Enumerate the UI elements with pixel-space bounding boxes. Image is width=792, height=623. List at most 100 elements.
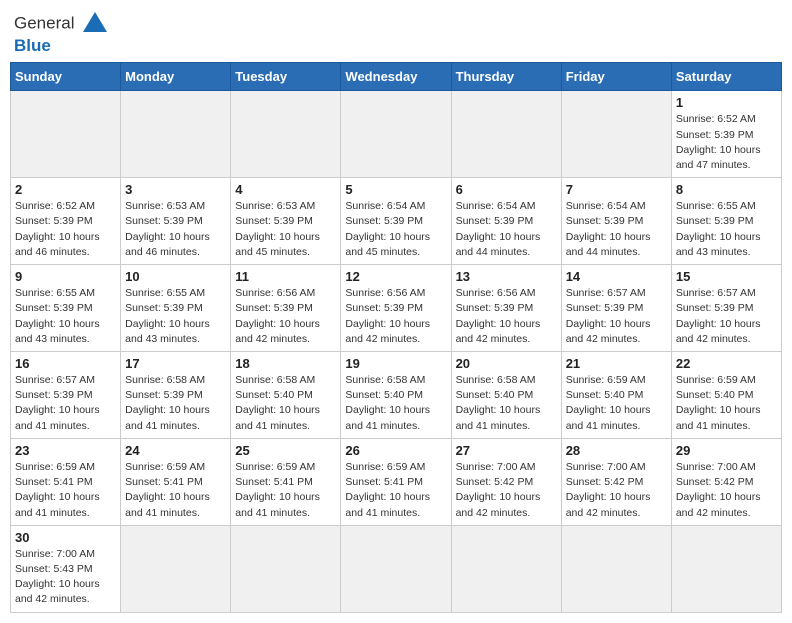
- calendar-cell: 14Sunrise: 6:57 AM Sunset: 5:39 PM Dayli…: [561, 265, 671, 352]
- calendar-cell: 5 Sunrise: 6:54 AM Sunset: 5:39 PM Daylig…: [341, 178, 451, 265]
- calendar-cell: [121, 525, 231, 612]
- calendar-cell: 22 Sunrise: 6:59 AM Sunset: 5:40 PM Dayli…: [671, 352, 781, 439]
- calendar-cell: 1 Sunrise: 6:52 AM Sunset: 5:39 PM Daylig…: [671, 91, 781, 178]
- calendar-cell: 25 Sunrise: 6:59 AM Sunset: 5:41 PM Dayli…: [231, 438, 341, 525]
- day-number: 30: [15, 530, 116, 545]
- day-number: 16: [15, 356, 116, 371]
- calendar-cell: [231, 91, 341, 178]
- day-number: 11: [235, 269, 336, 284]
- day-info: Sunrise: 6:54 AM Sunset: 5:39 PM Dayligh…: [456, 199, 557, 260]
- day-number: 18: [235, 356, 336, 371]
- day-number: 21: [566, 356, 667, 371]
- day-number: 19: [345, 356, 446, 371]
- day-number: 9: [15, 269, 116, 284]
- calendar-cell: [341, 525, 451, 612]
- day-number: 28: [566, 443, 667, 458]
- weekday-header-tuesday: Tuesday: [231, 63, 341, 91]
- calendar-cell: 29 Sunrise: 7:00 AM Sunset: 5:42 PM Dayli…: [671, 438, 781, 525]
- calendar-cell: 15 Sunrise: 6:57 AM Sunset: 5:39 PM Dayli…: [671, 265, 781, 352]
- day-number: 13: [456, 269, 557, 284]
- day-info: Sunrise: 6:54 AM Sunset: 5:39 PM Dayligh…: [345, 199, 446, 260]
- day-number: 25: [235, 443, 336, 458]
- weekday-header-friday: Friday: [561, 63, 671, 91]
- logo: General Blue: [14, 10, 109, 56]
- calendar-cell: [561, 91, 671, 178]
- day-info: Sunrise: 6:57 AM Sunset: 5:39 PM Dayligh…: [676, 286, 777, 347]
- day-info: Sunrise: 6:55 AM Sunset: 5:39 PM Dayligh…: [125, 286, 226, 347]
- calendar-cell: 27Sunrise: 7:00 AM Sunset: 5:42 PM Dayli…: [451, 438, 561, 525]
- weekday-header-thursday: Thursday: [451, 63, 561, 91]
- day-info: Sunrise: 6:59 AM Sunset: 5:41 PM Dayligh…: [15, 460, 116, 521]
- logo-text-blue: Blue: [14, 36, 51, 55]
- calendar-cell: 24Sunrise: 6:59 AM Sunset: 5:41 PM Dayli…: [121, 438, 231, 525]
- day-info: Sunrise: 6:59 AM Sunset: 5:40 PM Dayligh…: [676, 373, 777, 434]
- calendar-cell: 26Sunrise: 6:59 AM Sunset: 5:41 PM Dayli…: [341, 438, 451, 525]
- calendar-cell: 16 Sunrise: 6:57 AM Sunset: 5:39 PM Dayli…: [11, 352, 121, 439]
- day-info: Sunrise: 6:58 AM Sunset: 5:40 PM Dayligh…: [456, 373, 557, 434]
- day-info: Sunrise: 7:00 AM Sunset: 5:42 PM Dayligh…: [566, 460, 667, 521]
- calendar-cell: 20Sunrise: 6:58 AM Sunset: 5:40 PM Dayli…: [451, 352, 561, 439]
- day-number: 17: [125, 356, 226, 371]
- day-info: Sunrise: 6:52 AM Sunset: 5:39 PM Dayligh…: [15, 199, 116, 260]
- day-number: 2: [15, 182, 116, 197]
- day-info: Sunrise: 6:59 AM Sunset: 5:41 PM Dayligh…: [235, 460, 336, 521]
- day-info: Sunrise: 6:59 AM Sunset: 5:40 PM Dayligh…: [566, 373, 667, 434]
- day-number: 12: [345, 269, 446, 284]
- calendar-cell: 28 Sunrise: 7:00 AM Sunset: 5:42 PM Dayli…: [561, 438, 671, 525]
- calendar-header-row: SundayMondayTuesdayWednesdayThursdayFrid…: [11, 63, 782, 91]
- day-info: Sunrise: 7:00 AM Sunset: 5:42 PM Dayligh…: [676, 460, 777, 521]
- day-info: Sunrise: 6:56 AM Sunset: 5:39 PM Dayligh…: [235, 286, 336, 347]
- day-info: Sunrise: 6:58 AM Sunset: 5:39 PM Dayligh…: [125, 373, 226, 434]
- weekday-header-saturday: Saturday: [671, 63, 781, 91]
- weekday-header-wednesday: Wednesday: [341, 63, 451, 91]
- day-number: 24: [125, 443, 226, 458]
- day-info: Sunrise: 6:54 AM Sunset: 5:39 PM Dayligh…: [566, 199, 667, 260]
- calendar-cell: 6Sunrise: 6:54 AM Sunset: 5:39 PM Daylig…: [451, 178, 561, 265]
- day-number: 8: [676, 182, 777, 197]
- calendar-cell: [451, 91, 561, 178]
- day-number: 10: [125, 269, 226, 284]
- day-info: Sunrise: 6:52 AM Sunset: 5:39 PM Dayligh…: [676, 112, 777, 173]
- calendar-cell: [121, 91, 231, 178]
- logo-text-general: General: [14, 13, 74, 32]
- calendar-week-row: 2 Sunrise: 6:52 AM Sunset: 5:39 PM Daylig…: [11, 178, 782, 265]
- day-info: Sunrise: 6:55 AM Sunset: 5:39 PM Dayligh…: [676, 199, 777, 260]
- day-number: 7: [566, 182, 667, 197]
- day-info: Sunrise: 6:57 AM Sunset: 5:39 PM Dayligh…: [566, 286, 667, 347]
- calendar-week-row: 23 Sunrise: 6:59 AM Sunset: 5:41 PM Dayli…: [11, 438, 782, 525]
- day-info: Sunrise: 6:59 AM Sunset: 5:41 PM Dayligh…: [345, 460, 446, 521]
- day-number: 4: [235, 182, 336, 197]
- day-number: 1: [676, 95, 777, 110]
- calendar-cell: [231, 525, 341, 612]
- day-info: Sunrise: 6:58 AM Sunset: 5:40 PM Dayligh…: [235, 373, 336, 434]
- calendar-cell: 12 Sunrise: 6:56 AM Sunset: 5:39 PM Dayli…: [341, 265, 451, 352]
- day-number: 29: [676, 443, 777, 458]
- calendar-cell: 21 Sunrise: 6:59 AM Sunset: 5:40 PM Dayli…: [561, 352, 671, 439]
- calendar-cell: [341, 91, 451, 178]
- calendar-cell: 9Sunrise: 6:55 AM Sunset: 5:39 PM Daylig…: [11, 265, 121, 352]
- calendar-week-row: 1 Sunrise: 6:52 AM Sunset: 5:39 PM Daylig…: [11, 91, 782, 178]
- calendar-cell: [671, 525, 781, 612]
- day-number: 5: [345, 182, 446, 197]
- day-info: Sunrise: 6:57 AM Sunset: 5:39 PM Dayligh…: [15, 373, 116, 434]
- day-info: Sunrise: 6:53 AM Sunset: 5:39 PM Dayligh…: [235, 199, 336, 260]
- weekday-header-sunday: Sunday: [11, 63, 121, 91]
- page-header: General Blue: [10, 10, 782, 56]
- calendar-cell: 3Sunrise: 6:53 AM Sunset: 5:39 PM Daylig…: [121, 178, 231, 265]
- day-info: Sunrise: 6:56 AM Sunset: 5:39 PM Dayligh…: [345, 286, 446, 347]
- calendar-week-row: 30Sunrise: 7:00 AM Sunset: 5:43 PM Dayli…: [11, 525, 782, 612]
- day-number: 23: [15, 443, 116, 458]
- calendar-cell: 8 Sunrise: 6:55 AM Sunset: 5:39 PM Daylig…: [671, 178, 781, 265]
- calendar-cell: 13 Sunrise: 6:56 AM Sunset: 5:39 PM Dayli…: [451, 265, 561, 352]
- calendar-cell: 23 Sunrise: 6:59 AM Sunset: 5:41 PM Dayli…: [11, 438, 121, 525]
- calendar-cell: 30Sunrise: 7:00 AM Sunset: 5:43 PM Dayli…: [11, 525, 121, 612]
- day-number: 3: [125, 182, 226, 197]
- calendar-cell: 10 Sunrise: 6:55 AM Sunset: 5:39 PM Dayli…: [121, 265, 231, 352]
- day-info: Sunrise: 6:56 AM Sunset: 5:39 PM Dayligh…: [456, 286, 557, 347]
- weekday-header-monday: Monday: [121, 63, 231, 91]
- day-number: 15: [676, 269, 777, 284]
- calendar-cell: 11 Sunrise: 6:56 AM Sunset: 5:39 PM Dayli…: [231, 265, 341, 352]
- calendar-cell: 2 Sunrise: 6:52 AM Sunset: 5:39 PM Daylig…: [11, 178, 121, 265]
- day-number: 22: [676, 356, 777, 371]
- calendar-cell: 4 Sunrise: 6:53 AM Sunset: 5:39 PM Daylig…: [231, 178, 341, 265]
